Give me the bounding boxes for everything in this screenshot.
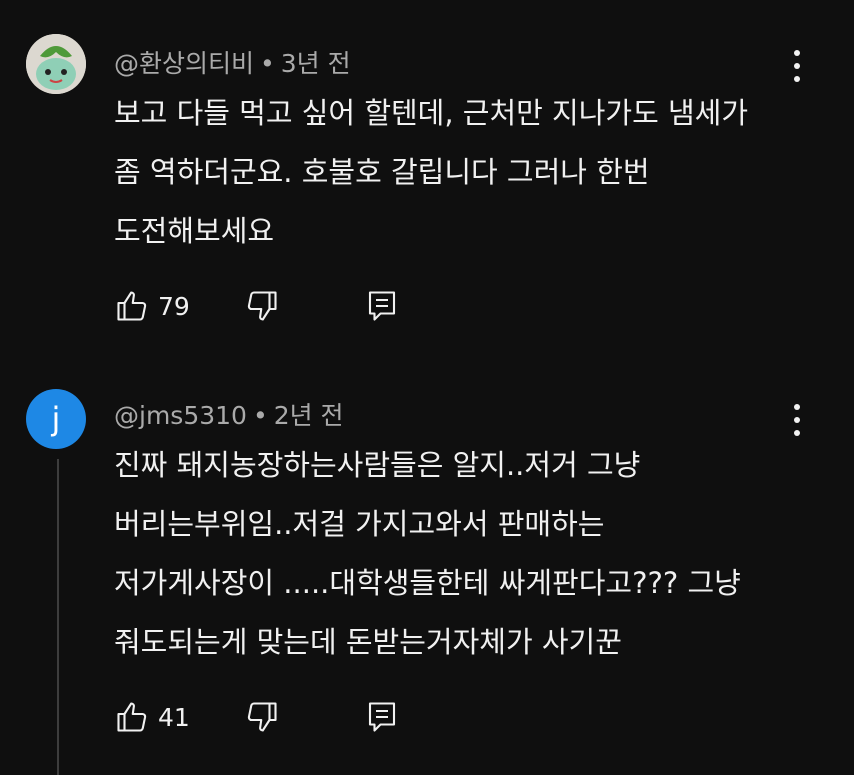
comment-author[interactable]: @jms5310 — [114, 401, 247, 430]
comment-reply-icon — [368, 702, 396, 732]
thumbs-down-icon — [247, 702, 277, 732]
comment-body: 진짜 돼지농장하는사람들은 알지..저거 그냥 버리는부위임..저걸 가지고와서… — [114, 436, 741, 672]
thread-line — [57, 459, 59, 775]
comment-line: 진짜 돼지농장하는사람들은 알지..저거 그냥 — [114, 448, 641, 482]
comment-meta: @jms5310 • 2년 전 — [114, 396, 344, 432]
more-vert-icon[interactable] — [784, 46, 810, 86]
avatar-image-icon — [26, 34, 86, 94]
like-count: 41 — [158, 702, 190, 732]
comment-body: 보고 다들 먹고 싶어 할텐데, 근처만 지나가도 냄세가 좀 역하더군요. 호… — [114, 84, 748, 261]
like-count: 79 — [158, 291, 190, 321]
dislike-button[interactable] — [244, 286, 280, 326]
reply-button[interactable] — [364, 697, 400, 737]
thumbs-down-icon — [247, 291, 277, 321]
comment-reply-icon — [368, 291, 396, 321]
like-button[interactable]: 79 — [114, 286, 190, 326]
reply-button[interactable] — [364, 286, 400, 326]
comment-meta: @환상의티비 • 3년 전 — [114, 44, 351, 80]
comment-time[interactable]: 2년 전 — [274, 401, 344, 430]
comment-line: 도전해보세요 — [114, 214, 275, 248]
more-vert-icon[interactable] — [784, 400, 810, 440]
comment-line: 저가게사장이 .....대학생들한테 싸게판다고??? 그냥 — [114, 566, 741, 600]
comment-line: 버리는부위임..저걸 가지고와서 판매하는 — [114, 507, 605, 541]
like-button[interactable]: 41 — [114, 697, 190, 737]
thumbs-up-icon — [117, 702, 147, 732]
meta-separator: • — [260, 49, 275, 78]
thumbs-up-icon — [117, 291, 147, 321]
meta-separator: • — [252, 401, 268, 430]
dislike-button[interactable] — [244, 697, 280, 737]
comment-line: 보고 다들 먹고 싶어 할텐데, 근처만 지나가도 냄세가 — [114, 96, 749, 130]
avatar-letter: j — [51, 400, 61, 438]
comment-time[interactable]: 3년 전 — [281, 49, 351, 78]
comment-author[interactable]: @환상의티비 — [114, 49, 254, 78]
comment-line: 줘도되는게 맞는데 돈받는거자체가 사기꾼 — [114, 625, 622, 659]
avatar[interactable] — [26, 34, 86, 94]
avatar[interactable]: j — [26, 389, 86, 449]
comment-line: 좀 역하더군요. 호불호 갈립니다 그러나 한번 — [114, 155, 650, 189]
